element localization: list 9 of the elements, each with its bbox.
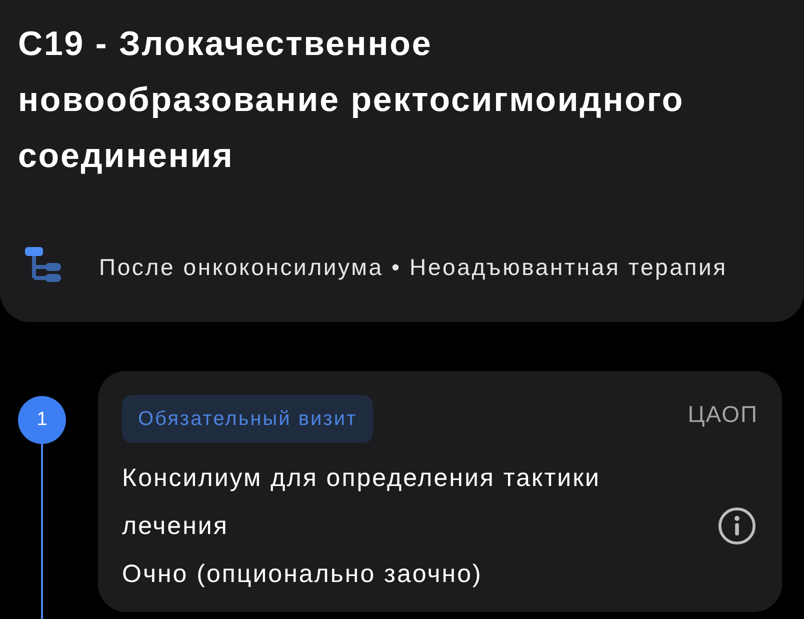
visit-card[interactable]: Обязательный визит ЦАОП Консилиум для определения тактики лечения Очно (опционально заочно) — [98, 371, 782, 612]
visit-type-badge: Обязательный визит — [122, 395, 374, 443]
organization-label: ЦАОП — [688, 400, 758, 428]
visit-format: Очно (опционально заочно) — [122, 559, 484, 590]
visit-title: Консилиум для определения тактики лечения — [122, 463, 602, 542]
treatment-stage-path: После онкоконсилиума • Неоадъювантная терапия — [99, 254, 728, 280]
info-icon[interactable] — [718, 507, 756, 545]
step-number: 1 — [18, 396, 66, 444]
diagnosis-title: C19 - Злокачественное новообразование ректосигмоидного соединения — [18, 24, 686, 177]
